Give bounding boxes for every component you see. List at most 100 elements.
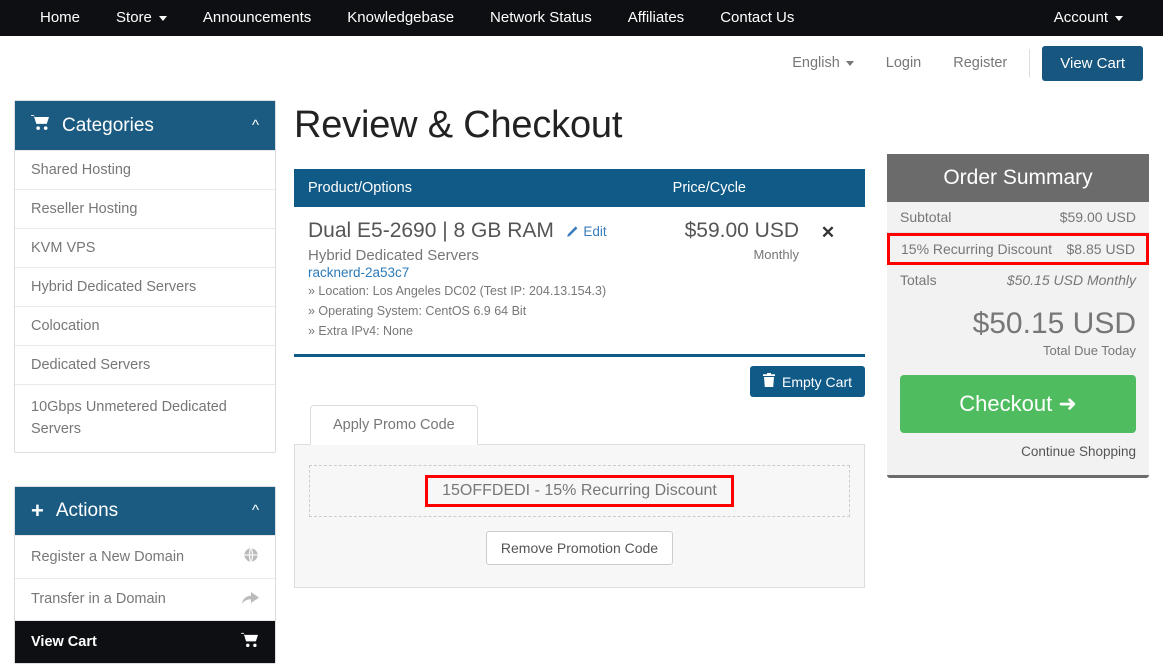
- order-summary-title: Order Summary: [887, 154, 1149, 202]
- nav-item-affiliates[interactable]: Affiliates: [610, 0, 702, 36]
- summary-row-totals: Totals $50.15 USD Monthly: [887, 265, 1149, 295]
- order-summary-panel: Order Summary Subtotal $59.00 USD 15% Re…: [887, 154, 1149, 478]
- summary-row-label: Totals: [900, 272, 937, 288]
- summary-row-label: Subtotal: [900, 209, 951, 225]
- sidebar-item-label: 10Gbps Unmetered Dedicated Servers: [31, 399, 227, 437]
- language-label: English: [792, 55, 840, 71]
- arrow-share-icon: [242, 590, 259, 609]
- sidebar-item-kvm-vps[interactable]: KVM VPS: [15, 228, 275, 267]
- cart-item-domain[interactable]: racknerd-2a53c7: [308, 265, 625, 280]
- top-nav-account-area: Account: [1036, 0, 1141, 36]
- page-body: Categories ^ Shared Hosting Reseller Hos…: [0, 90, 1163, 664]
- chevron-up-icon[interactable]: ^: [252, 503, 259, 518]
- nav-item-contact-us[interactable]: Contact Us: [702, 0, 812, 36]
- sidebar-item-label: Colocation: [31, 318, 100, 334]
- sidebar-item-label: View Cart: [31, 634, 97, 650]
- summary-row-label: 15% Recurring Discount: [901, 241, 1052, 257]
- sidebar-item-hybrid-dedicated-servers[interactable]: Hybrid Dedicated Servers: [15, 267, 275, 306]
- cart-item-group: Hybrid Dedicated Servers: [308, 247, 625, 264]
- summary-row-value: $50.15 USD Monthly: [1007, 272, 1136, 288]
- cart-item-row: Dual E5-2690 | 8 GB RAM Edit Hybrid Dedi…: [294, 207, 865, 357]
- top-navigation-bar: Home Store Announcements Knowledgebase N…: [0, 0, 1163, 36]
- promo-tab-panel: 15OFFDEDI - 15% Recurring Discount Remov…: [294, 445, 865, 588]
- nav-item-account[interactable]: Account: [1036, 0, 1141, 36]
- checkout-button[interactable]: Checkout ➜: [900, 375, 1136, 433]
- column-header-product: Product/Options: [308, 180, 412, 196]
- empty-cart-button[interactable]: Empty Cart: [750, 366, 865, 397]
- sidebar-item-view-cart[interactable]: View Cart: [15, 620, 275, 663]
- remove-item-icon[interactable]: ✕: [821, 223, 835, 242]
- view-cart-button[interactable]: View Cart: [1042, 46, 1143, 81]
- categories-panel-header[interactable]: Categories ^: [15, 101, 275, 150]
- chevron-down-icon: [1115, 16, 1123, 21]
- sidebar-item-10gbps-unmetered-dedicated-servers[interactable]: 10Gbps Unmetered Dedicated Servers: [15, 384, 275, 452]
- tab-list: Apply Promo Code: [294, 405, 865, 445]
- top-nav-links: Home Store Announcements Knowledgebase N…: [22, 0, 812, 36]
- chevron-down-icon: [159, 16, 167, 21]
- cart-table: Product/Options Price/Cycle Dual E5-2690…: [294, 169, 865, 357]
- nav-item-home[interactable]: Home: [22, 0, 98, 36]
- sidebar-item-dedicated-servers[interactable]: Dedicated Servers: [15, 345, 275, 384]
- chevron-up-icon[interactable]: ^: [252, 118, 259, 133]
- cart-table-header: Product/Options Price/Cycle: [294, 169, 865, 207]
- utility-bar: English Login Register View Cart: [0, 36, 1163, 90]
- column-header-price: Price/Cycle: [673, 180, 851, 196]
- page-title: Review & Checkout: [294, 104, 865, 147]
- nav-item-store[interactable]: Store: [98, 0, 185, 36]
- nav-item-label: Knowledgebase: [347, 0, 454, 36]
- summary-total-block: $50.15 USD Total Due Today: [887, 295, 1149, 358]
- divider: [1029, 49, 1030, 77]
- sidebar-item-reseller-hosting[interactable]: Reseller Hosting: [15, 189, 275, 228]
- sidebar-item-label: Transfer in a Domain: [31, 591, 166, 607]
- categories-panel: Categories ^ Shared Hosting Reseller Hos…: [14, 100, 276, 453]
- edit-item-link[interactable]: Edit: [567, 224, 606, 239]
- cart-actions: Empty Cart: [294, 357, 865, 397]
- sidebar-item-transfer-in-a-domain[interactable]: Transfer in a Domain: [15, 578, 275, 620]
- sidebar-item-shared-hosting[interactable]: Shared Hosting: [15, 150, 275, 189]
- sidebar-item-label: KVM VPS: [31, 240, 95, 256]
- sidebar-item-label: Dedicated Servers: [31, 357, 150, 373]
- continue-shopping-link[interactable]: Continue Shopping: [887, 433, 1149, 475]
- globe-icon: [243, 547, 259, 567]
- language-selector[interactable]: English: [776, 55, 870, 71]
- cart-item-option: » Location: Los Angeles DC02 (Test IP: 2…: [308, 282, 625, 300]
- account-label: Account: [1054, 0, 1108, 36]
- nav-item-label: Network Status: [490, 0, 592, 36]
- nav-item-network-status[interactable]: Network Status: [472, 0, 610, 36]
- actions-panel: + Actions ^ Register a New Domain Transf…: [14, 486, 276, 664]
- total-due-amount: $50.15 USD: [900, 308, 1136, 340]
- empty-cart-label: Empty Cart: [782, 374, 852, 390]
- cart-item-name: Dual E5-2690 | 8 GB RAM: [308, 219, 554, 242]
- remove-promotion-code-button[interactable]: Remove Promotion Code: [486, 531, 673, 565]
- summary-row-subtotal: Subtotal $59.00 USD: [887, 202, 1149, 233]
- nav-item-label: Affiliates: [628, 0, 684, 36]
- summary-row-value: $59.00 USD: [1060, 209, 1136, 225]
- trash-icon: [763, 373, 775, 390]
- nav-item-label: Announcements: [203, 0, 311, 36]
- cart-icon: [241, 632, 259, 652]
- cart-item-details: Dual E5-2690 | 8 GB RAM Edit Hybrid Dedi…: [308, 219, 625, 340]
- nav-item-label: Store: [116, 0, 152, 36]
- tab-apply-promo-code[interactable]: Apply Promo Code: [310, 405, 478, 445]
- cart-item-option: » Operating System: CentOS 6.9 64 Bit: [308, 302, 625, 320]
- promo-code-display-box: 15OFFDEDI - 15% Recurring Discount: [309, 465, 850, 517]
- nav-item-knowledgebase[interactable]: Knowledgebase: [329, 0, 472, 36]
- summary-row-discount: 15% Recurring Discount $8.85 USD: [887, 233, 1149, 265]
- categories-panel-title: Categories: [62, 115, 154, 137]
- main-content: Review & Checkout Product/Options Price/…: [276, 90, 887, 588]
- checkout-button-label: Checkout: [959, 391, 1052, 416]
- cart-item-remove-cell: ✕: [805, 219, 851, 340]
- actions-panel-title: Actions: [56, 500, 118, 522]
- cart-icon: [31, 114, 50, 137]
- sidebar-item-colocation[interactable]: Colocation: [15, 306, 275, 345]
- nav-item-announcements[interactable]: Announcements: [185, 0, 329, 36]
- cart-item-price-block: $59.00 USD Monthly: [625, 219, 805, 340]
- register-link[interactable]: Register: [937, 55, 1023, 71]
- login-link[interactable]: Login: [870, 55, 937, 71]
- sidebar-item-label: Reseller Hosting: [31, 201, 137, 217]
- nav-item-label: Contact Us: [720, 0, 794, 36]
- sidebar-item-label: Register a New Domain: [31, 549, 184, 565]
- actions-panel-header[interactable]: + Actions ^: [15, 487, 275, 535]
- sidebar-item-register-a-new-domain[interactable]: Register a New Domain: [15, 535, 275, 578]
- sidebar-item-label: Hybrid Dedicated Servers: [31, 279, 196, 295]
